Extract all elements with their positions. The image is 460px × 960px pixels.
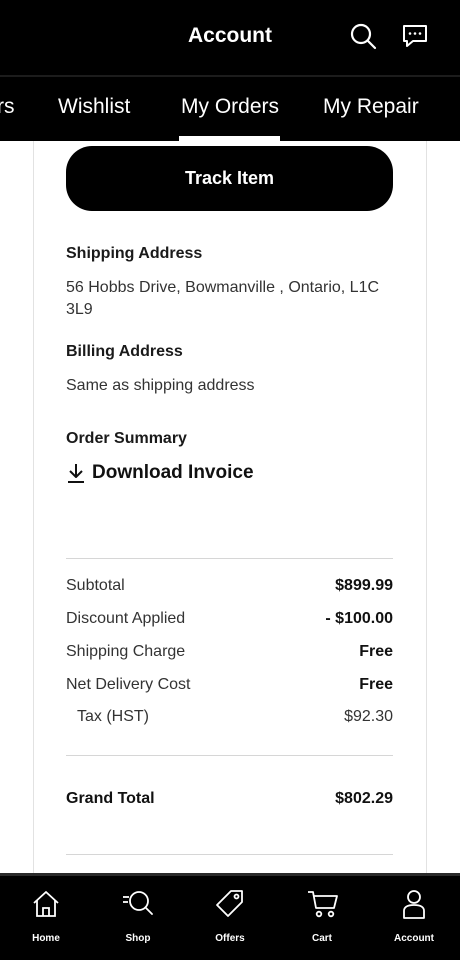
billing-address-text: Same as shipping address — [66, 377, 255, 394]
summary-label: Discount Applied — [66, 610, 186, 627]
track-item-button[interactable]: Track Item — [66, 146, 393, 211]
grand-total-row: Grand Total $802.29 — [66, 790, 393, 808]
summary-value: $92.30 — [344, 708, 393, 725]
nav-cart[interactable]: Cart — [276, 876, 368, 960]
summary-label: Tax (HST) — [77, 708, 149, 725]
download-invoice-button[interactable]: Download Invoice — [66, 462, 254, 484]
nav-home[interactable]: Home — [0, 876, 92, 960]
nav-offers[interactable]: Offers — [184, 876, 276, 960]
tab-my-repair[interactable]: My Repair — [323, 95, 419, 119]
summary-value: $899.99 — [335, 577, 393, 594]
nav-label: Shop — [125, 933, 151, 944]
top-app-bar: Account — [0, 0, 460, 75]
tab-wishlist[interactable]: Wishlist — [58, 95, 130, 119]
billing-address-title: Billing Address — [66, 343, 183, 360]
summary-row-net-delivery: Net Delivery Cost Free — [66, 676, 393, 694]
tab-orders-partial[interactable]: rs — [0, 95, 15, 119]
order-summary-title: Order Summary — [66, 430, 187, 447]
download-invoice-label: Download Invoice — [92, 462, 254, 483]
nav-account[interactable]: Account — [368, 876, 460, 960]
home-icon — [33, 891, 59, 917]
nav-label: Offers — [215, 933, 245, 944]
divider — [66, 558, 393, 559]
shipping-address-line1: 56 Hobbs Drive, Bowmanville , Ontario, L… — [66, 279, 380, 296]
divider — [66, 755, 393, 756]
summary-label: Net Delivery Cost — [66, 676, 191, 693]
person-icon — [403, 890, 425, 919]
nav-shop[interactable]: Shop — [92, 876, 184, 960]
tab-my-orders[interactable]: My Orders — [181, 95, 279, 119]
shipping-address-line2: 3L9 — [66, 301, 93, 318]
tag-icon — [216, 890, 243, 917]
nav-label: Cart — [311, 933, 332, 944]
summary-value: - $100.00 — [325, 610, 393, 627]
search-icon[interactable] — [349, 22, 377, 50]
divider — [66, 854, 393, 855]
bottom-nav: Home Shop Offers Cart Account — [0, 873, 460, 960]
summary-value: Free — [359, 643, 393, 660]
cart-icon — [308, 891, 338, 918]
summary-row-tax: Tax (HST) $92.30 — [66, 708, 393, 726]
nav-label: Account — [394, 933, 434, 944]
summary-row-shipping: Shipping Charge Free — [66, 643, 393, 661]
account-tabs: rs Wishlist My Orders My Repair — [0, 75, 460, 141]
summary-value: Free — [359, 676, 393, 693]
grand-total-label: Grand Total — [66, 790, 155, 807]
shipping-address-title: Shipping Address — [66, 245, 203, 262]
download-icon — [68, 464, 84, 483]
nav-label: Home — [32, 933, 60, 944]
grand-total-value: $802.29 — [335, 790, 393, 807]
shop-search-icon — [123, 891, 153, 915]
chat-icon[interactable] — [401, 22, 429, 50]
page-title: Account — [188, 24, 272, 47]
summary-label: Subtotal — [66, 577, 125, 594]
summary-label: Shipping Charge — [66, 643, 186, 660]
summary-row-discount: Discount Applied - $100.00 — [66, 610, 393, 628]
summary-row-subtotal: Subtotal $899.99 — [66, 577, 393, 595]
